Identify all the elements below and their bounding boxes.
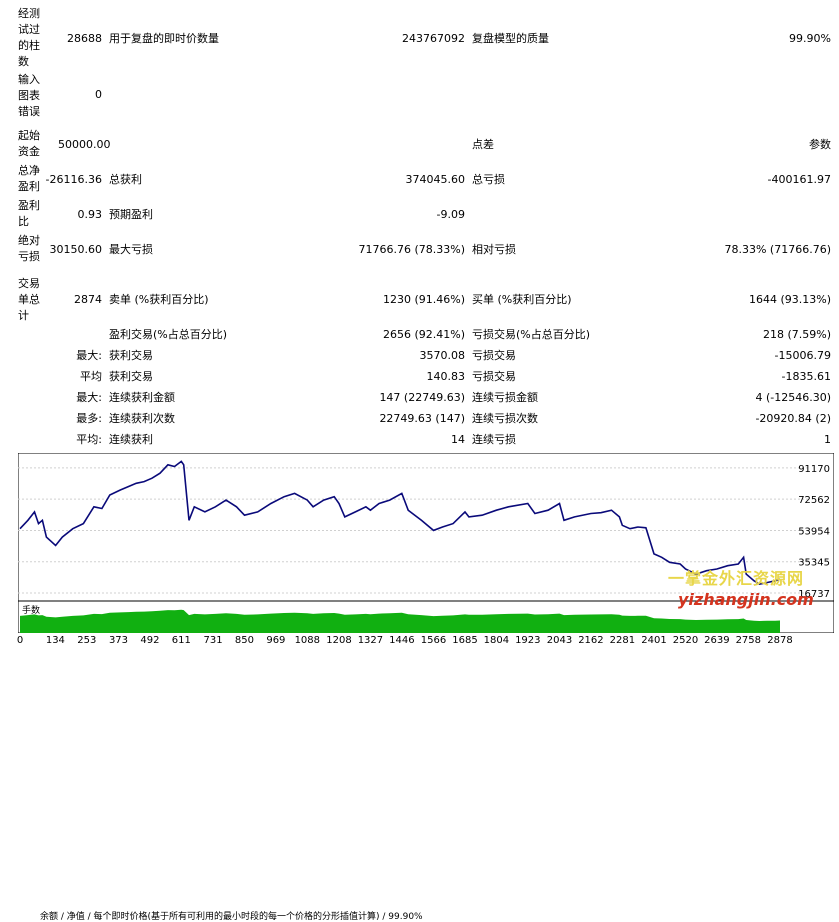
x-tick-label: 1208: [326, 635, 352, 646]
gross-loss-value: -400161.97: [767, 173, 831, 186]
x-tick-label: 1685: [452, 635, 478, 646]
spread-value: 参数: [809, 138, 831, 151]
average-loss-value: -1835.61: [781, 370, 831, 383]
quality-value: 99.90%: [789, 32, 831, 45]
x-tick-label: 0: [16, 635, 24, 646]
profit-trades-value: 2656 (92.41%): [382, 328, 465, 341]
gross-profit-value: 374045.60: [405, 173, 466, 186]
bars-tested-value: 28688: [67, 32, 102, 45]
profit-factor-value: 0.93: [77, 208, 103, 221]
quality-label: 复盘模型的质量: [472, 32, 549, 45]
bars-tested-label: 经测试过的柱数: [18, 7, 40, 68]
x-tick-label: 1327: [357, 635, 384, 646]
volume-label: 手数: [22, 606, 41, 616]
x-tick-label: 134: [45, 635, 65, 646]
maximal-consec-profit-label: 连续获利次数: [109, 412, 175, 425]
x-tick-label: 1566: [420, 635, 447, 646]
x-tick-label: 611: [171, 635, 191, 646]
x-tick-label: 2043: [546, 635, 573, 646]
maximal-consec-loss-label: 连续亏损次数: [472, 412, 538, 425]
x-tick-label: 969: [266, 635, 286, 646]
maximal-consec-profit-value: 22749.63 (147): [379, 412, 465, 425]
gross-profit-label: 总获利: [109, 173, 142, 186]
max-drawdown-label: 最大亏损: [109, 243, 153, 256]
initial-deposit-label: 起始资金: [18, 129, 40, 158]
avg-consec-wins-label: 连续获利: [109, 433, 153, 446]
average-profit-label: 获利交易: [109, 370, 153, 383]
expected-payoff-value: -9.09: [436, 208, 465, 221]
x-tick-label: 1923: [515, 635, 541, 646]
short-positions-label: 卖单 (%获利百分比): [109, 293, 209, 306]
chart-errors-label: 输入图表错误: [18, 73, 40, 118]
rel-drawdown-label: 相对亏损: [472, 243, 516, 256]
average-label: 平均: [80, 370, 102, 383]
spread-label: 点差: [472, 138, 494, 151]
total-trades-value: 2874: [74, 293, 102, 306]
y-tick-label: 91170: [798, 464, 830, 475]
max-label: 最大:: [76, 391, 102, 404]
max-consec-wins-label: 连续获利金额: [109, 391, 175, 404]
long-positions-label: 买单 (%获利百分比): [472, 293, 572, 306]
ticks-label: 用于复盘的即时价数量: [109, 32, 219, 45]
loss-trades-label: 亏损交易(%占总百分比): [472, 328, 591, 341]
largest-loss-value: -15006.79: [774, 349, 831, 362]
x-tick-label: 2758: [735, 635, 762, 646]
max-consec-losses-value: 4 (-12546.30): [755, 391, 831, 404]
initial-deposit-value: 50000.00: [58, 138, 111, 151]
net-profit-label: 总净盈利: [18, 164, 40, 193]
ticks-value: 243767092: [402, 32, 465, 45]
maximal-label: 最多:: [76, 412, 102, 425]
x-tick-label: 850: [234, 635, 254, 646]
largest-profit-label: 获利交易: [109, 349, 153, 362]
average-loss-label: 亏损交易: [472, 370, 516, 383]
y-tick-label: 53954: [798, 526, 830, 537]
maximal-consec-loss-value: -20920.84 (2): [755, 412, 831, 425]
max-consec-wins-value: 147 (22749.63): [379, 391, 465, 404]
net-profit-value: -26116.36: [45, 173, 102, 186]
short-positions-value: 1230 (91.46%): [382, 293, 465, 306]
x-axis: 0 134 253 373 492 611 731 850 969 1088 1208 1327 144…: [0, 633, 839, 648]
y-tick-label: 72562: [798, 495, 830, 506]
x-tick-label: 2401: [641, 635, 667, 646]
largest-loss-label: 亏损交易: [472, 349, 516, 362]
chart-legend: 余额 / 净值 / 每个即时价格(基于所有可利用的最小时段的每一个价格的分形插值…: [40, 912, 423, 922]
max-consec-losses-label: 连续亏损金额: [472, 391, 538, 404]
x-tick-label: 253: [77, 635, 97, 646]
long-positions-value: 1644 (93.13%): [748, 293, 831, 306]
largest-profit-value: 3570.08: [419, 349, 466, 362]
avg-consec-losses-label: 连续亏损: [472, 433, 516, 446]
watermark-url: yizhangjin.com: [678, 590, 814, 609]
abs-drawdown-label: 绝对亏损: [18, 234, 40, 263]
watermark-cn: 一掌金外汇资源网: [668, 569, 805, 588]
rel-drawdown-value: 78.33% (71766.76): [724, 243, 831, 256]
x-tick-label: 2878: [767, 635, 793, 646]
x-tick-label: 731: [203, 635, 223, 646]
x-tick-label: 1804: [483, 635, 510, 646]
avg-label: 平均:: [76, 433, 102, 446]
max-drawdown-value: 71766.76 (78.33%): [358, 243, 465, 256]
x-tick-label: 1088: [294, 635, 321, 646]
x-tick-label: 2520: [672, 635, 699, 646]
gross-loss-label: 总亏损: [472, 173, 505, 186]
x-tick-label: 2639: [704, 635, 730, 646]
chart-errors-value: 0: [95, 88, 102, 101]
abs-drawdown-value: 30150.60: [49, 243, 103, 256]
avg-consec-losses-value: 1: [824, 433, 831, 446]
x-tick-label: 492: [140, 635, 160, 646]
total-trades-label: 交易单总计: [18, 277, 40, 322]
loss-trades-value: 218 (7.59%): [762, 328, 831, 341]
avg-consec-wins-value: 14: [451, 433, 465, 446]
average-profit-value: 140.83: [426, 370, 466, 383]
x-tick-label: 1446: [389, 635, 415, 646]
profit-factor-label: 盈利比: [18, 199, 40, 228]
profit-trades-label: 盈利交易(%占总百分比): [109, 328, 228, 341]
x-tick-label: 373: [108, 635, 129, 646]
largest-label: 最大:: [76, 349, 102, 362]
expected-payoff-label: 预期盈利: [109, 208, 153, 221]
x-tick-label: 2162: [578, 635, 604, 646]
x-tick-label: 2281: [609, 635, 636, 646]
